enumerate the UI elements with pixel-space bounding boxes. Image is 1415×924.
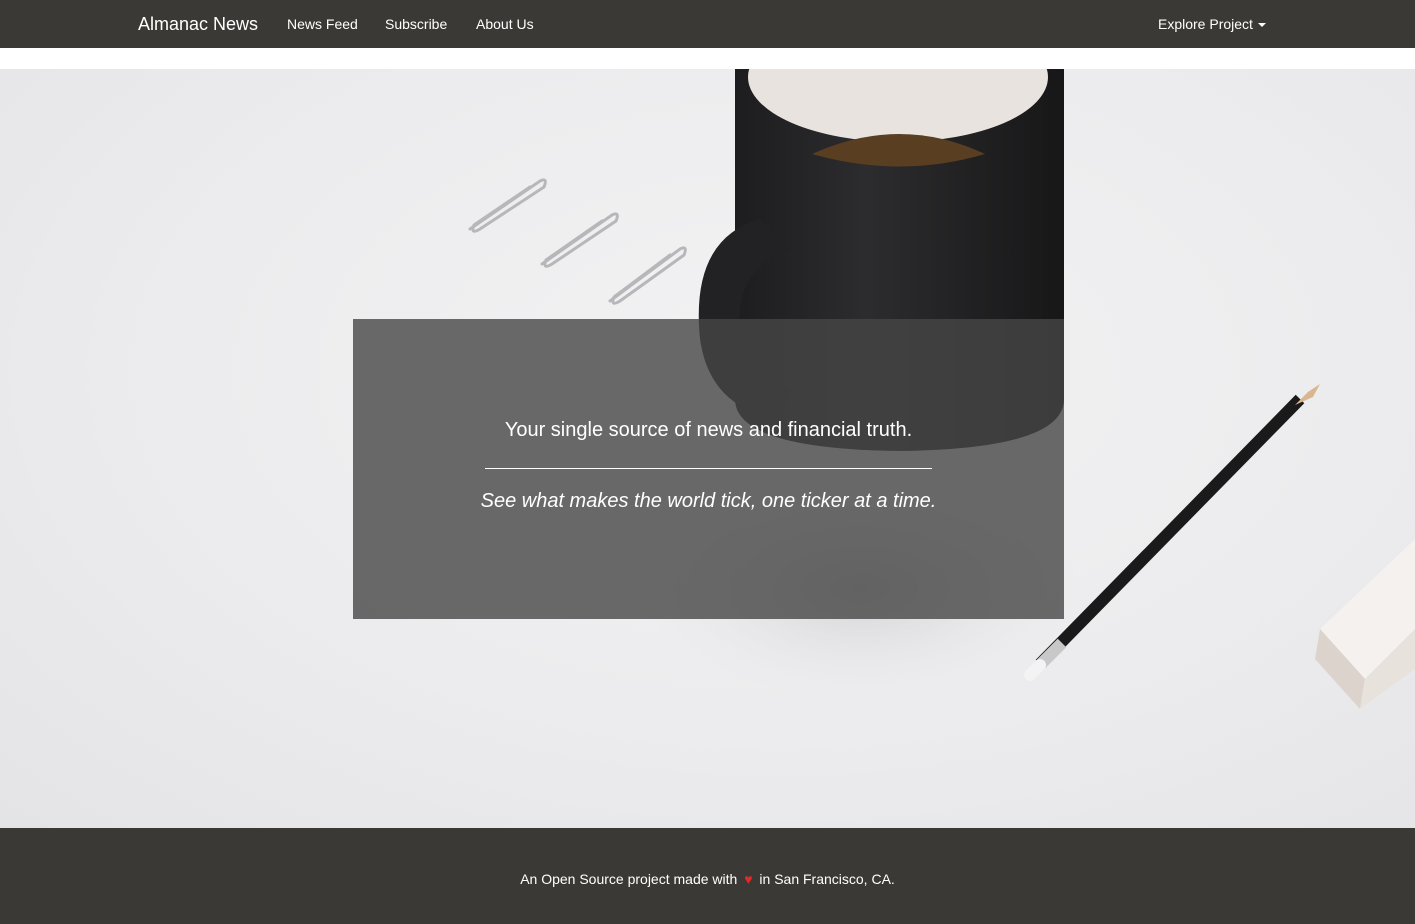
hero-tagline: Your single source of news and financial… [504,419,913,441]
hero-divider [485,468,932,469]
footer-text: An Open Source project made with ♥ in Sa… [0,871,1415,887]
explore-project-label: Explore Project [1158,16,1253,32]
footer-text-before: An Open Source project made with [520,871,738,887]
hero-section: Your single source of news and financial… [0,69,1415,828]
brand-link[interactable]: Almanac News [138,0,258,48]
hero-subtagline: See what makes the world tick, one ticke… [480,490,937,512]
caret-down-icon [1257,23,1266,28]
footer-text-after: in San Francisco, CA. [759,871,895,887]
footer: An Open Source project made with ♥ in Sa… [0,828,1415,924]
explore-project-dropdown[interactable]: Explore Project [1158,0,1266,48]
heart-icon: ♥ [744,871,753,887]
navbar: Almanac News News Feed Subscribe About U… [0,0,1415,48]
nav-news-feed[interactable]: News Feed [287,0,358,48]
nav-subscribe[interactable]: Subscribe [385,0,447,48]
nav-about-us[interactable]: About Us [476,0,534,48]
hero-overlay-panel: Your single source of news and financial… [353,319,1064,619]
